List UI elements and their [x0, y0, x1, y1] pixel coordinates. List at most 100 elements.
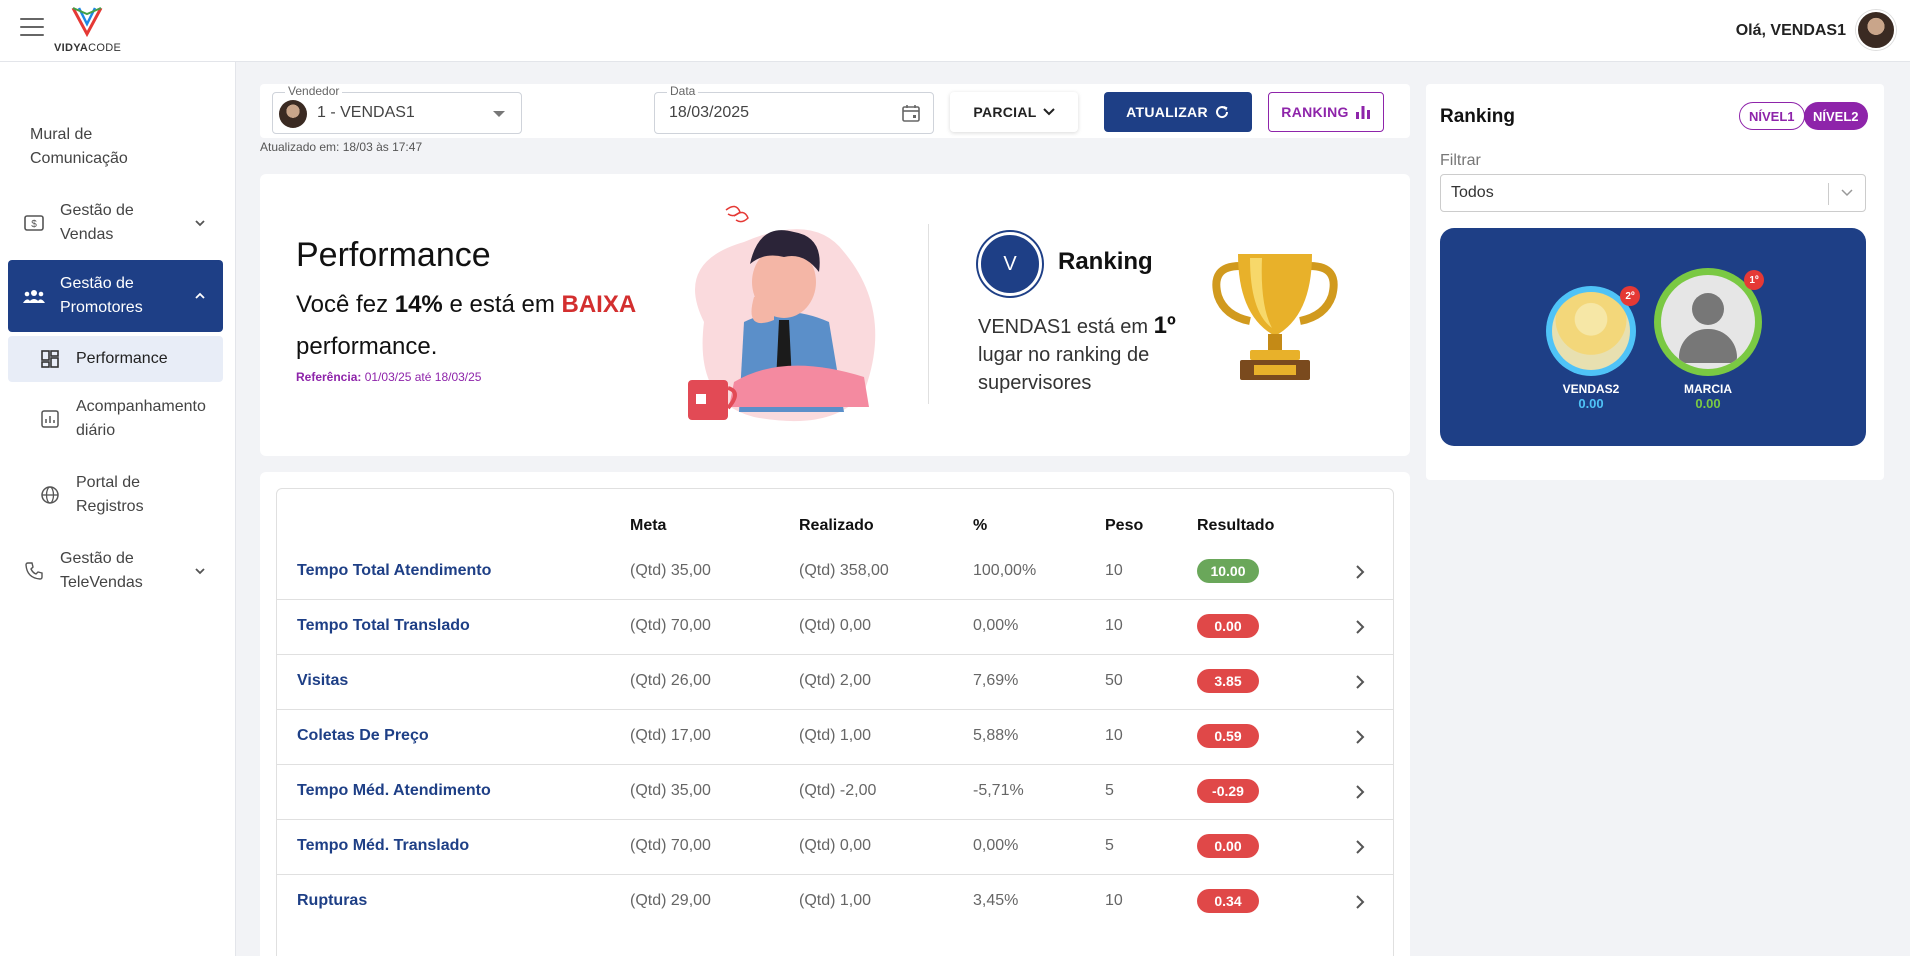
performance-level: BAIXA: [561, 291, 637, 318]
kpi-realizado: (Qtd) 0,00: [799, 617, 872, 634]
ranking-panel-title: Ranking: [1440, 106, 1515, 127]
kpi-name: Rupturas: [297, 892, 368, 909]
data-value: 18/03/2025: [669, 104, 750, 121]
top-bar: VIDYACODE Olá, VENDAS1: [0, 0, 1910, 62]
result-badge: 0.00: [1197, 614, 1259, 638]
header-peso: Peso: [1105, 517, 1144, 534]
podium-value: 0.00: [1578, 396, 1604, 411]
chevron-right-icon[interactable]: [1355, 730, 1365, 744]
ranking-card-title: Ranking: [1058, 248, 1153, 275]
sidebar-item-label: Mural de Comunicação: [30, 126, 128, 167]
table-row[interactable]: Coletas De Preço (Qtd) 17,00 (Qtd) 1,00 …: [277, 710, 1393, 765]
reference-range: 01/03/25 até 18/03/25: [361, 370, 482, 384]
kpi-table-card: Meta Realizado % Peso Resultado Tempo To…: [260, 472, 1410, 956]
kpi-pct: 0,00%: [973, 617, 1019, 634]
podium-value: 0.00: [1695, 396, 1721, 411]
chevron-right-icon[interactable]: [1355, 675, 1365, 689]
divider: [928, 224, 929, 404]
filter-select[interactable]: Todos: [1440, 174, 1866, 212]
chevron-right-icon[interactable]: [1355, 840, 1365, 854]
kpi-realizado: (Qtd) 1,00: [799, 727, 872, 744]
sidebar-item-mural[interactable]: Mural de Comunicação: [8, 120, 223, 174]
sidebar-item-label: Acompanhamento diário: [76, 398, 206, 439]
chevron-right-icon[interactable]: [1355, 620, 1365, 634]
result-badge: 0.59: [1197, 724, 1259, 748]
svg-text:$: $: [31, 219, 37, 230]
sidebar-item-label: Gestão de Vendas: [60, 202, 134, 243]
bar-chart-icon: [1355, 106, 1370, 119]
podium-second-place[interactable]: 2º VENDAS2 0.00: [1546, 286, 1640, 411]
atualizar-label: ATUALIZAR: [1126, 104, 1208, 120]
table-row[interactable]: Visitas (Qtd) 26,00 (Qtd) 2,00 7,69% 50 …: [277, 655, 1393, 710]
kpi-peso: 10: [1105, 617, 1123, 634]
nivel2-toggle[interactable]: NÍVEL2: [1804, 102, 1868, 130]
calendar-icon[interactable]: [901, 103, 921, 123]
table-row[interactable]: Tempo Total Atendimento (Qtd) 35,00 (Qtd…: [277, 545, 1393, 600]
ranking-podium: 2º VENDAS2 0.00 1º MARCIA 0.00: [1440, 228, 1866, 446]
nivel1-toggle[interactable]: NÍVEL1: [1739, 102, 1805, 130]
sidebar-item-label: Portal de Registros: [76, 474, 144, 515]
user-avatar[interactable]: [1856, 10, 1896, 50]
sidebar-item-acompanhamento[interactable]: Acompanhamento diário: [8, 392, 223, 446]
kpi-pct: 7,69%: [973, 672, 1019, 689]
ranking-button[interactable]: RANKING: [1268, 92, 1384, 132]
data-field[interactable]: Data 18/03/2025: [654, 84, 934, 134]
header-realizado: Realizado: [799, 517, 874, 534]
kpi-pct: 5,88%: [973, 727, 1019, 744]
vendedor-avatar: [279, 100, 307, 128]
podium-first-place[interactable]: 1º MARCIA 0.00: [1654, 268, 1764, 411]
select-separator: [1828, 183, 1829, 205]
chart-icon: [38, 407, 62, 431]
kpi-pct: 3,45%: [973, 892, 1019, 909]
logo-brand: VIDYA: [54, 42, 89, 54]
dashboard-icon: [38, 347, 62, 371]
kpi-name: Tempo Méd. Atendimento: [297, 782, 491, 799]
atualizar-button[interactable]: ATUALIZAR: [1104, 92, 1252, 132]
reference-label: Referência:: [296, 370, 362, 384]
place-badge: 2º: [1620, 286, 1640, 306]
ranking-avatar-badge: V: [978, 232, 1042, 296]
sidebar-item-gestao-vendas[interactable]: $ Gestão de Vendas: [8, 196, 223, 250]
sidebar-item-gestao-promotores[interactable]: Gestão de Promotores: [8, 260, 223, 332]
kpi-meta: (Qtd) 26,00: [630, 672, 711, 689]
table-row[interactable]: Tempo Méd. Translado (Qtd) 70,00 (Qtd) 0…: [277, 820, 1393, 875]
sidebar-item-portal-registros[interactable]: Portal de Registros: [8, 468, 223, 522]
kpi-name: Coletas De Preço: [297, 727, 429, 744]
podium-avatar: 2º: [1546, 286, 1640, 376]
chevron-down-icon: [1841, 189, 1853, 197]
chevron-right-icon[interactable]: [1355, 565, 1365, 579]
podium-name: VENDAS2: [1562, 382, 1620, 396]
parcial-dropdown[interactable]: PARCIAL: [950, 92, 1078, 132]
sidebar-item-performance[interactable]: Performance: [8, 336, 223, 382]
kpi-meta: (Qtd) 29,00: [630, 892, 711, 909]
chevron-right-icon[interactable]: [1355, 895, 1365, 909]
header-pct: %: [973, 517, 988, 534]
menu-icon[interactable]: [20, 18, 44, 38]
vidyacode-logo[interactable]: VIDYACODE: [54, 4, 124, 56]
kpi-peso: 5: [1105, 837, 1114, 854]
updated-timestamp: Atualizado em: 18/03 às 17:47: [260, 140, 423, 154]
kpi-peso: 5: [1105, 782, 1114, 799]
vendedor-select[interactable]: Vendedor 1 - VENDAS1: [272, 84, 522, 134]
kpi-name: Tempo Total Translado: [297, 617, 470, 634]
sidebar-item-label: Gestão de Promotores: [60, 275, 143, 316]
result-badge: -0.29: [1197, 779, 1259, 803]
ranking-button-label: RANKING: [1281, 104, 1349, 120]
performance-card: Performance Você fez 14% e está em BAIXA…: [260, 174, 1410, 456]
data-label: Data: [667, 84, 699, 98]
tired-person-illustration: [688, 205, 876, 422]
kpi-name: Tempo Méd. Translado: [297, 837, 470, 854]
greeting-text: Olá, VENDAS1: [1735, 22, 1846, 39]
kpi-realizado: (Qtd) -2,00: [799, 782, 877, 799]
chevron-down-icon: [1042, 108, 1055, 116]
table-row[interactable]: Rupturas (Qtd) 29,00 (Qtd) 1,00 3,45% 10…: [277, 875, 1393, 930]
chevron-down-icon: [195, 220, 205, 227]
sidebar-item-gestao-televendas[interactable]: Gestão de TeleVendas: [8, 544, 223, 598]
table-row[interactable]: Tempo Total Translado (Qtd) 70,00 (Qtd) …: [277, 600, 1393, 655]
chevron-right-icon[interactable]: [1355, 785, 1365, 799]
ranking-position: 1º: [1153, 312, 1176, 339]
kpi-pct: 0,00%: [973, 837, 1019, 854]
table-row[interactable]: Tempo Méd. Atendimento (Qtd) 35,00 (Qtd)…: [277, 765, 1393, 820]
dollar-icon: $: [22, 211, 46, 235]
kpi-pct: -5,71%: [973, 782, 1024, 799]
